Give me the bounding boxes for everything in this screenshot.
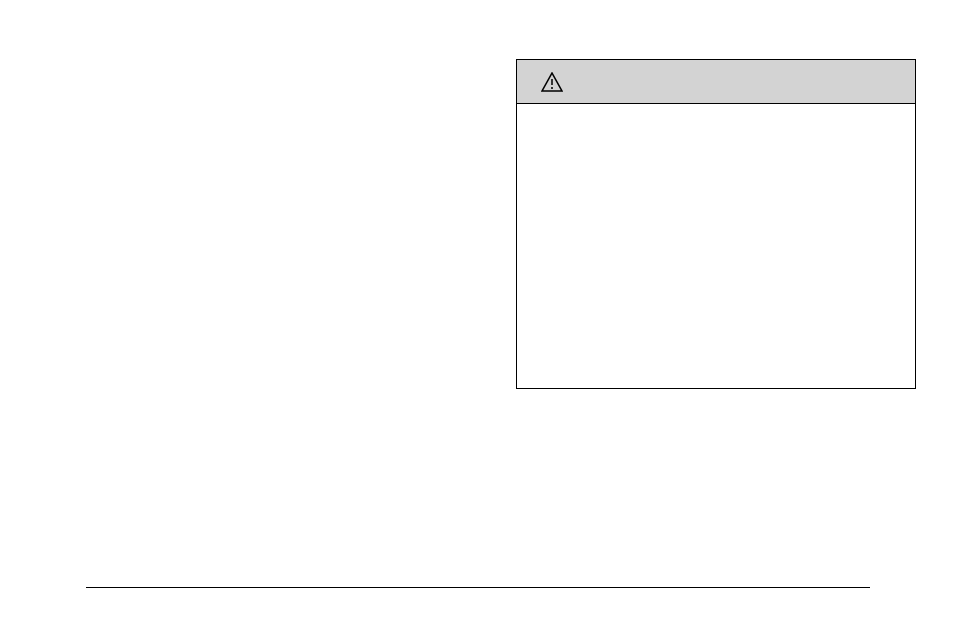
callout-header	[517, 60, 915, 104]
callout-body	[517, 104, 915, 388]
warning-triangle-icon	[541, 72, 563, 92]
callout-box	[516, 59, 916, 389]
horizontal-rule	[86, 587, 870, 588]
